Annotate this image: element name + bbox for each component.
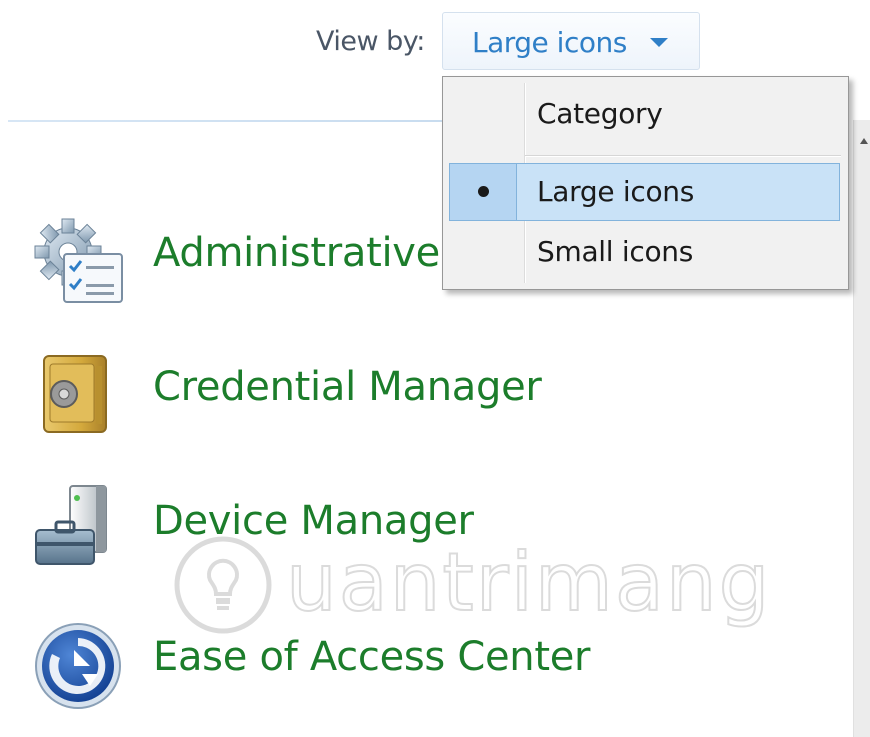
selected-gutter — [450, 164, 517, 220]
header-divider — [8, 120, 448, 122]
scroll-up-icon[interactable] — [860, 138, 868, 144]
menu-item-label: Large icons — [537, 175, 695, 208]
list-item-credential-manager[interactable]: Credential Manager — [30, 346, 590, 446]
menu-item-large-icons[interactable]: Large icons — [449, 163, 840, 221]
menu-item-small-icons[interactable]: Small icons — [449, 223, 840, 281]
menu-item-category[interactable]: Category — [449, 85, 840, 143]
menu-separator — [525, 155, 841, 157]
credential-manager-icon — [43, 355, 107, 433]
scrollbar[interactable] — [853, 120, 870, 737]
chevron-down-icon — [650, 38, 668, 47]
device-manager-icon — [35, 485, 107, 565]
view-by-dropdown[interactable]: Large icons — [442, 12, 700, 70]
radio-bullet-icon — [478, 186, 489, 197]
view-by-menu: Category Large icons Small icons — [442, 76, 849, 290]
list-item-device-manager[interactable]: Device Manager — [30, 480, 590, 580]
menu-item-label: Small icons — [537, 235, 694, 268]
menu-item-label: Category — [537, 97, 663, 130]
ease-of-access-icon — [35, 623, 121, 709]
view-by-label: View by: — [316, 26, 425, 57]
item-label[interactable]: Device Manager — [153, 498, 474, 544]
item-label[interactable]: Credential Manager — [153, 364, 542, 410]
view-by-value: Large icons — [472, 26, 627, 59]
administrative-tools-icon — [34, 218, 123, 303]
item-label[interactable]: Ease of Access Center — [153, 634, 591, 680]
list-item-ease-of-access-center[interactable]: Ease of Access Center — [30, 616, 591, 716]
